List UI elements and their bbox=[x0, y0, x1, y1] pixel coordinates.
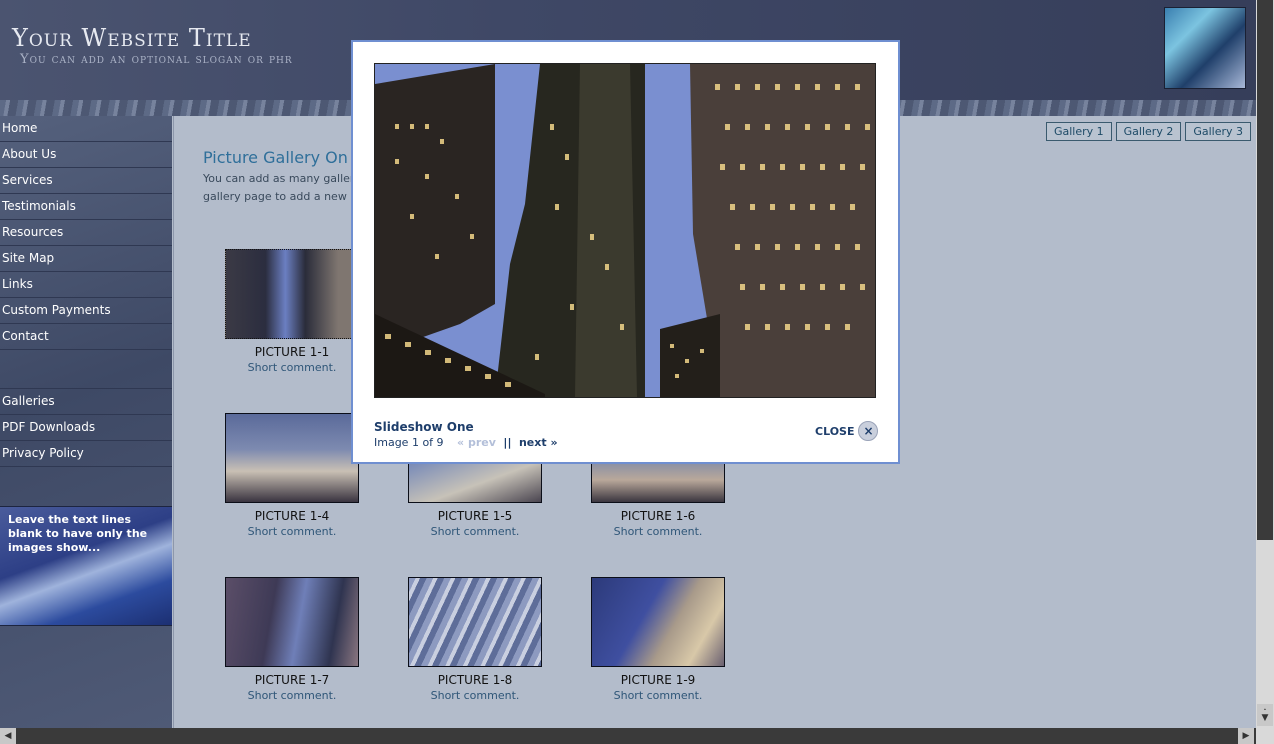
thumbnail-comment: Short comment. bbox=[430, 525, 520, 538]
site-slogan: You can add an optional slogan or phr bbox=[20, 52, 293, 67]
thumbnail-comment: Short comment. bbox=[613, 525, 703, 538]
nav-spacer bbox=[0, 350, 172, 389]
thumbnail-label: PICTURE 1-8 bbox=[437, 673, 513, 687]
horizontal-scrollbar[interactable]: ◀ ▶ bbox=[0, 728, 1256, 744]
thumbnail-comment: Short comment. bbox=[613, 689, 703, 702]
nav-separator: || bbox=[503, 436, 512, 449]
scroll-right-icon[interactable]: ▶ bbox=[1238, 728, 1254, 744]
tab-gallery-2[interactable]: Gallery 2 bbox=[1115, 122, 1182, 141]
image-counter: Image 1 of 9 bbox=[374, 436, 444, 449]
thumbnail-comment: Short comment. bbox=[247, 689, 337, 702]
thumbnail-label: PICTURE 1-9 bbox=[620, 673, 696, 687]
next-link[interactable]: next » bbox=[519, 436, 558, 449]
gallery-item: PICTURE 1-4 Short comment. bbox=[217, 413, 367, 538]
thumbnail-image[interactable] bbox=[225, 577, 359, 667]
thumbnail-label: PICTURE 1-7 bbox=[254, 673, 330, 687]
vertical-scrollbar[interactable]: ▲ bbox=[1256, 0, 1274, 728]
scroll-down-icon[interactable]: ▼ bbox=[1257, 710, 1273, 726]
nav-pdf-downloads[interactable]: PDF Downloads bbox=[0, 415, 172, 441]
close-button[interactable]: CLOSE × bbox=[815, 421, 879, 441]
lightbox-counter: Image 1 of 9 « prev || next » bbox=[374, 436, 558, 449]
nav-links[interactable]: Links bbox=[0, 272, 172, 298]
skyscraper-photo bbox=[375, 64, 875, 397]
nav-custom-payments[interactable]: Custom Payments bbox=[0, 298, 172, 324]
scrollbar-corner bbox=[1256, 728, 1274, 744]
tab-gallery-1[interactable]: Gallery 1 bbox=[1045, 122, 1112, 141]
page-title: Picture Gallery On bbox=[203, 148, 348, 167]
header-image bbox=[1164, 7, 1246, 89]
thumbnail-image[interactable] bbox=[408, 577, 542, 667]
nav-services[interactable]: Services bbox=[0, 168, 172, 194]
thumbnail-image[interactable] bbox=[225, 249, 359, 339]
gallery-item: PICTURE 1-8 Short comment. bbox=[400, 577, 550, 702]
thumbnail-label: PICTURE 1-1 bbox=[254, 345, 330, 359]
nav-galleries[interactable]: Galleries bbox=[0, 389, 172, 415]
page-intro: You can add as many galler gallery page … bbox=[203, 172, 358, 203]
gallery-item: PICTURE 1-7 Short comment. bbox=[217, 577, 367, 702]
nav-privacy-policy[interactable]: Privacy Policy bbox=[0, 441, 172, 467]
sidebar-promo-banner: Leave the text lines blank to have only … bbox=[0, 506, 172, 626]
sidebar: Home About Us Services Testimonials Reso… bbox=[0, 116, 172, 728]
lightbox-dialog: Slideshow One Image 1 of 9 « prev || nex… bbox=[351, 40, 900, 464]
vertical-scroll-thumb[interactable] bbox=[1257, 0, 1273, 540]
gallery-item: PICTURE 1-9 Short comment. bbox=[583, 577, 733, 702]
thumbnail-comment: Short comment. bbox=[430, 689, 520, 702]
thumbnail-label: PICTURE 1-4 bbox=[254, 509, 330, 523]
close-icon[interactable]: × bbox=[858, 421, 879, 441]
site-title: Your Website Title bbox=[12, 24, 252, 52]
promo-text: Leave the text lines blank to have only … bbox=[8, 513, 148, 554]
lightbox-caption: Slideshow One bbox=[374, 420, 474, 434]
nav-home[interactable]: Home bbox=[0, 116, 172, 142]
thumbnail-image[interactable] bbox=[591, 577, 725, 667]
thumbnail-label: PICTURE 1-5 bbox=[437, 509, 513, 523]
scroll-left-icon[interactable]: ◀ bbox=[0, 728, 16, 744]
close-label[interactable]: CLOSE bbox=[815, 425, 854, 438]
thumbnail-comment: Short comment. bbox=[247, 361, 337, 374]
nav-resources[interactable]: Resources bbox=[0, 220, 172, 246]
prev-link[interactable]: « prev bbox=[457, 436, 496, 449]
thumbnail-image[interactable] bbox=[225, 413, 359, 503]
nav-about-us[interactable]: About Us bbox=[0, 142, 172, 168]
thumbnail-comment: Short comment. bbox=[247, 525, 337, 538]
nav-testimonials[interactable]: Testimonials bbox=[0, 194, 172, 220]
nav-site-map[interactable]: Site Map bbox=[0, 246, 172, 272]
gallery-tabs: Gallery 1 Gallery 2 Gallery 3 bbox=[1045, 122, 1251, 141]
nav-contact[interactable]: Contact bbox=[0, 324, 172, 350]
lightbox-image[interactable] bbox=[374, 63, 876, 398]
tab-gallery-3[interactable]: Gallery 3 bbox=[1185, 122, 1251, 141]
thumbnail-label: PICTURE 1-6 bbox=[620, 509, 696, 523]
gallery-item: PICTURE 1-1 Short comment. bbox=[217, 249, 367, 374]
